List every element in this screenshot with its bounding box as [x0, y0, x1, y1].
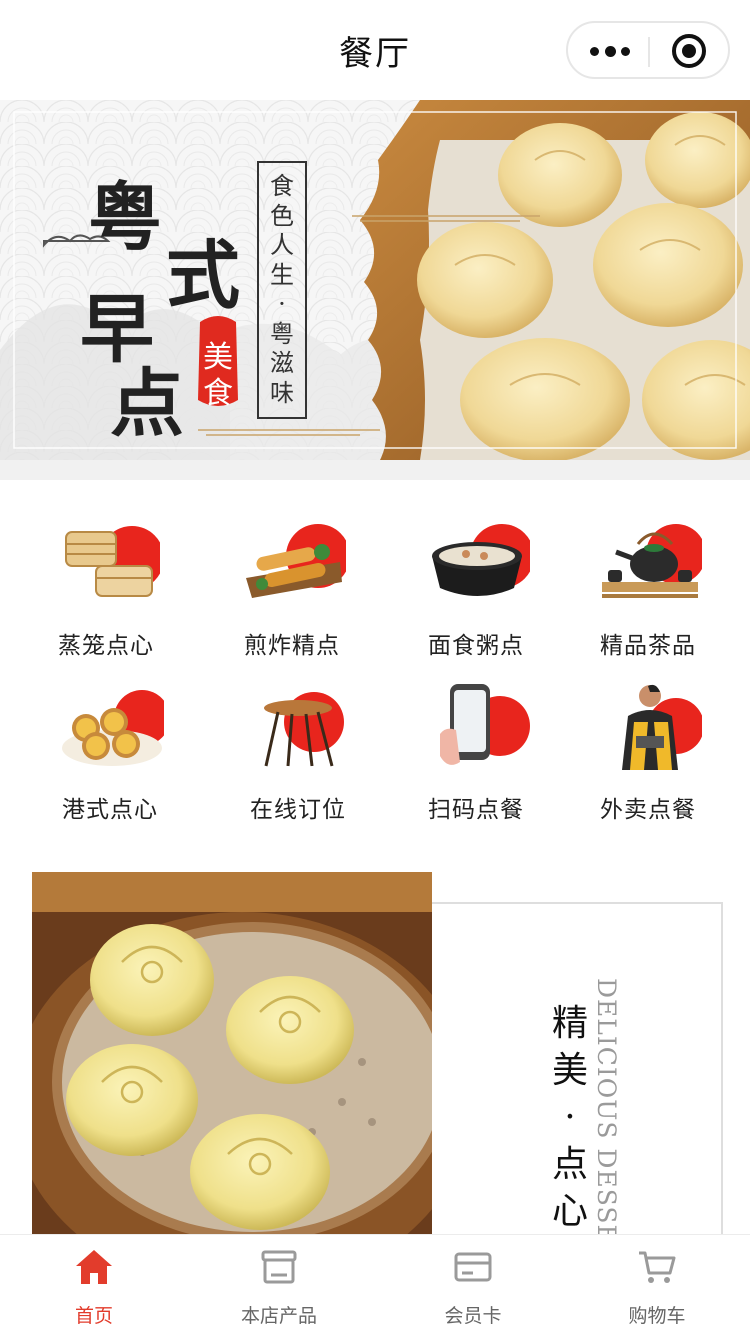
- category-label: 外卖点餐: [600, 797, 696, 823]
- category-hk-dimsum[interactable]: 港式点心: [16, 664, 204, 824]
- tab-label: 会员卡: [444, 1305, 502, 1327]
- banner-title-char: 式: [166, 233, 240, 319]
- congee-bowl-icon: [432, 524, 530, 596]
- category-label: 扫码点餐: [428, 797, 524, 823]
- category-tea[interactable]: 精品茶品: [554, 500, 742, 660]
- phone-scan-icon: [440, 684, 530, 765]
- tagline-char: 滋: [270, 349, 294, 377]
- tagline-char: 味: [270, 378, 294, 407]
- banner-tagline: 食 色 人 生 · 粤 滋 味: [262, 172, 302, 408]
- egg-tarts-icon: [62, 690, 164, 766]
- steamer-basket-icon: [65, 526, 160, 597]
- tagline-char: 色: [270, 201, 294, 230]
- tab-member-card[interactable]: 会员卡: [379, 1235, 567, 1334]
- tagline-char: 人: [270, 231, 294, 259]
- category-label: 在线订位: [250, 797, 346, 823]
- category-noodles-congee[interactable]: 面食粥点: [382, 500, 570, 660]
- tab-home[interactable]: 首页: [0, 1235, 188, 1334]
- tagline-char: 食: [270, 172, 294, 200]
- seal-char: 食: [203, 376, 233, 411]
- feature-subtitle-text: DELICIOUS DESSERT: [592, 978, 621, 1234]
- category-label: 蒸笼点心: [58, 633, 154, 659]
- category-steamed-dimsum[interactable]: 蒸笼点心: [12, 500, 200, 660]
- category-grid: 蒸笼点心 煎炸精点 面食粥点 精品茶品 港式点心 在线订位 扫码点餐 外卖点餐: [0, 500, 750, 830]
- tagline-char: 粤: [270, 319, 294, 348]
- feature-title-char: 美: [551, 1050, 588, 1091]
- feature-title-char: 精: [551, 1003, 588, 1044]
- category-label: 精品茶品: [600, 633, 696, 659]
- category-scan-order[interactable]: 扫码点餐: [382, 664, 570, 824]
- category-label: 港式点心: [62, 797, 158, 823]
- feature-subtitle: DELICIOUS DESSERT: [592, 978, 632, 1234]
- delivery-person-icon: [622, 684, 702, 770]
- card-icon: [454, 1252, 492, 1282]
- feature-title-char: 心: [551, 1191, 588, 1232]
- spring-rolls-icon: [246, 524, 346, 598]
- tab-label: 本店产品: [240, 1305, 317, 1327]
- dimsum-photo-art: [32, 872, 432, 1234]
- tab-products[interactable]: 本店产品: [185, 1235, 373, 1334]
- banner-title-char: 点: [110, 361, 184, 447]
- banner-title-char: 粤: [88, 175, 162, 261]
- home-icon: [76, 1250, 112, 1284]
- cart-icon: [639, 1251, 676, 1283]
- category-fried-snacks[interactable]: 煎炸精点: [198, 500, 386, 660]
- tagline-char: ·: [278, 290, 286, 318]
- tab-label: 首页: [74, 1305, 113, 1327]
- dimsum-photo[interactable]: [32, 872, 432, 1234]
- table-icon: [264, 692, 344, 767]
- tab-label: 购物车: [628, 1305, 686, 1327]
- featured-dessert-card: [0, 872, 750, 1242]
- section-divider: [0, 460, 750, 480]
- category-label: 面食粥点: [428, 633, 524, 659]
- feature-title: 精 美 · 点 心: [548, 1000, 592, 1235]
- hero-banner[interactable]: 粤 式 早 点 美 食 食 色 人 生 · 粤 滋 味: [0, 100, 750, 460]
- bottom-tab-bar: 首页 本店产品 会员卡 购物车: [0, 1234, 750, 1334]
- category-online-booking[interactable]: 在线订位: [204, 664, 392, 824]
- feature-title-char: ·: [564, 1097, 576, 1138]
- tagline-char: 生: [270, 260, 294, 289]
- feature-title-char: 点: [551, 1144, 588, 1185]
- archive-box-icon: [261, 1250, 297, 1284]
- category-label: 煎炸精点: [244, 633, 340, 659]
- category-delivery[interactable]: 外卖点餐: [554, 664, 742, 824]
- teapot-set-icon: [602, 524, 702, 598]
- tab-cart[interactable]: 购物车: [563, 1235, 750, 1334]
